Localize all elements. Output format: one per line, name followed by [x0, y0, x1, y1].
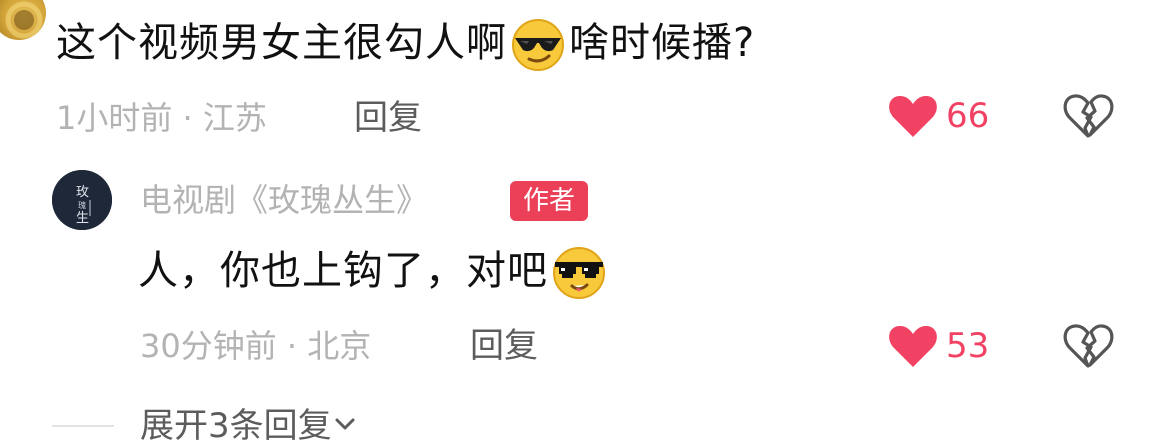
dislike-button[interactable]	[1062, 92, 1114, 140]
chevron-down-icon	[334, 402, 356, 430]
reply-dislike-button[interactable]	[1062, 322, 1114, 370]
reply-text-content: 人，你也上钩了，对吧	[138, 248, 548, 294]
author-badge: 作者	[510, 181, 589, 221]
commenter-avatar[interactable]	[0, 0, 46, 40]
pixel-sunglasses-emoji-icon	[550, 242, 608, 300]
reply-reply-button[interactable]: 回复	[470, 324, 538, 368]
avatar-glyph-1: 玫	[76, 185, 89, 200]
reply-time-location: 30分钟前 · 北京	[140, 327, 372, 365]
heart-filled-icon	[889, 325, 937, 367]
broken-heart-icon	[1063, 94, 1114, 138]
broken-heart-icon	[1063, 324, 1114, 368]
expand-replies-label: 展开3条回复	[140, 406, 332, 446]
author-avatar[interactable]: 玫 瑰 生	[52, 170, 112, 230]
like-count: 66	[946, 96, 990, 136]
comment-text-part2: 啥时候播?	[569, 20, 756, 66]
expand-divider	[52, 425, 114, 427]
comment-text: 这个视频男女主很勾人啊 啥时候播?	[56, 14, 755, 72]
avatar-glyph-2: 瑰	[78, 200, 86, 210]
author-name[interactable]: 电视剧《玫瑰丛生》	[140, 176, 428, 224]
reply-like-count: 53	[946, 326, 990, 366]
reply-like-button[interactable]: 53	[888, 318, 989, 374]
reply-text: 人，你也上钩了，对吧	[138, 242, 610, 300]
cool-sunglasses-emoji-icon	[509, 14, 567, 72]
avatar-glyph-3: 生	[76, 211, 89, 226]
comment-text-part1: 这个视频男女主很勾人啊	[56, 20, 507, 66]
comment-time-location: 1小时前 · 江苏	[56, 99, 267, 137]
heart-filled-icon	[889, 95, 937, 137]
reply-button[interactable]: 回复	[354, 96, 422, 140]
like-button[interactable]: 66	[888, 88, 989, 144]
expand-replies-button[interactable]: 展开3条回复	[140, 402, 356, 448]
